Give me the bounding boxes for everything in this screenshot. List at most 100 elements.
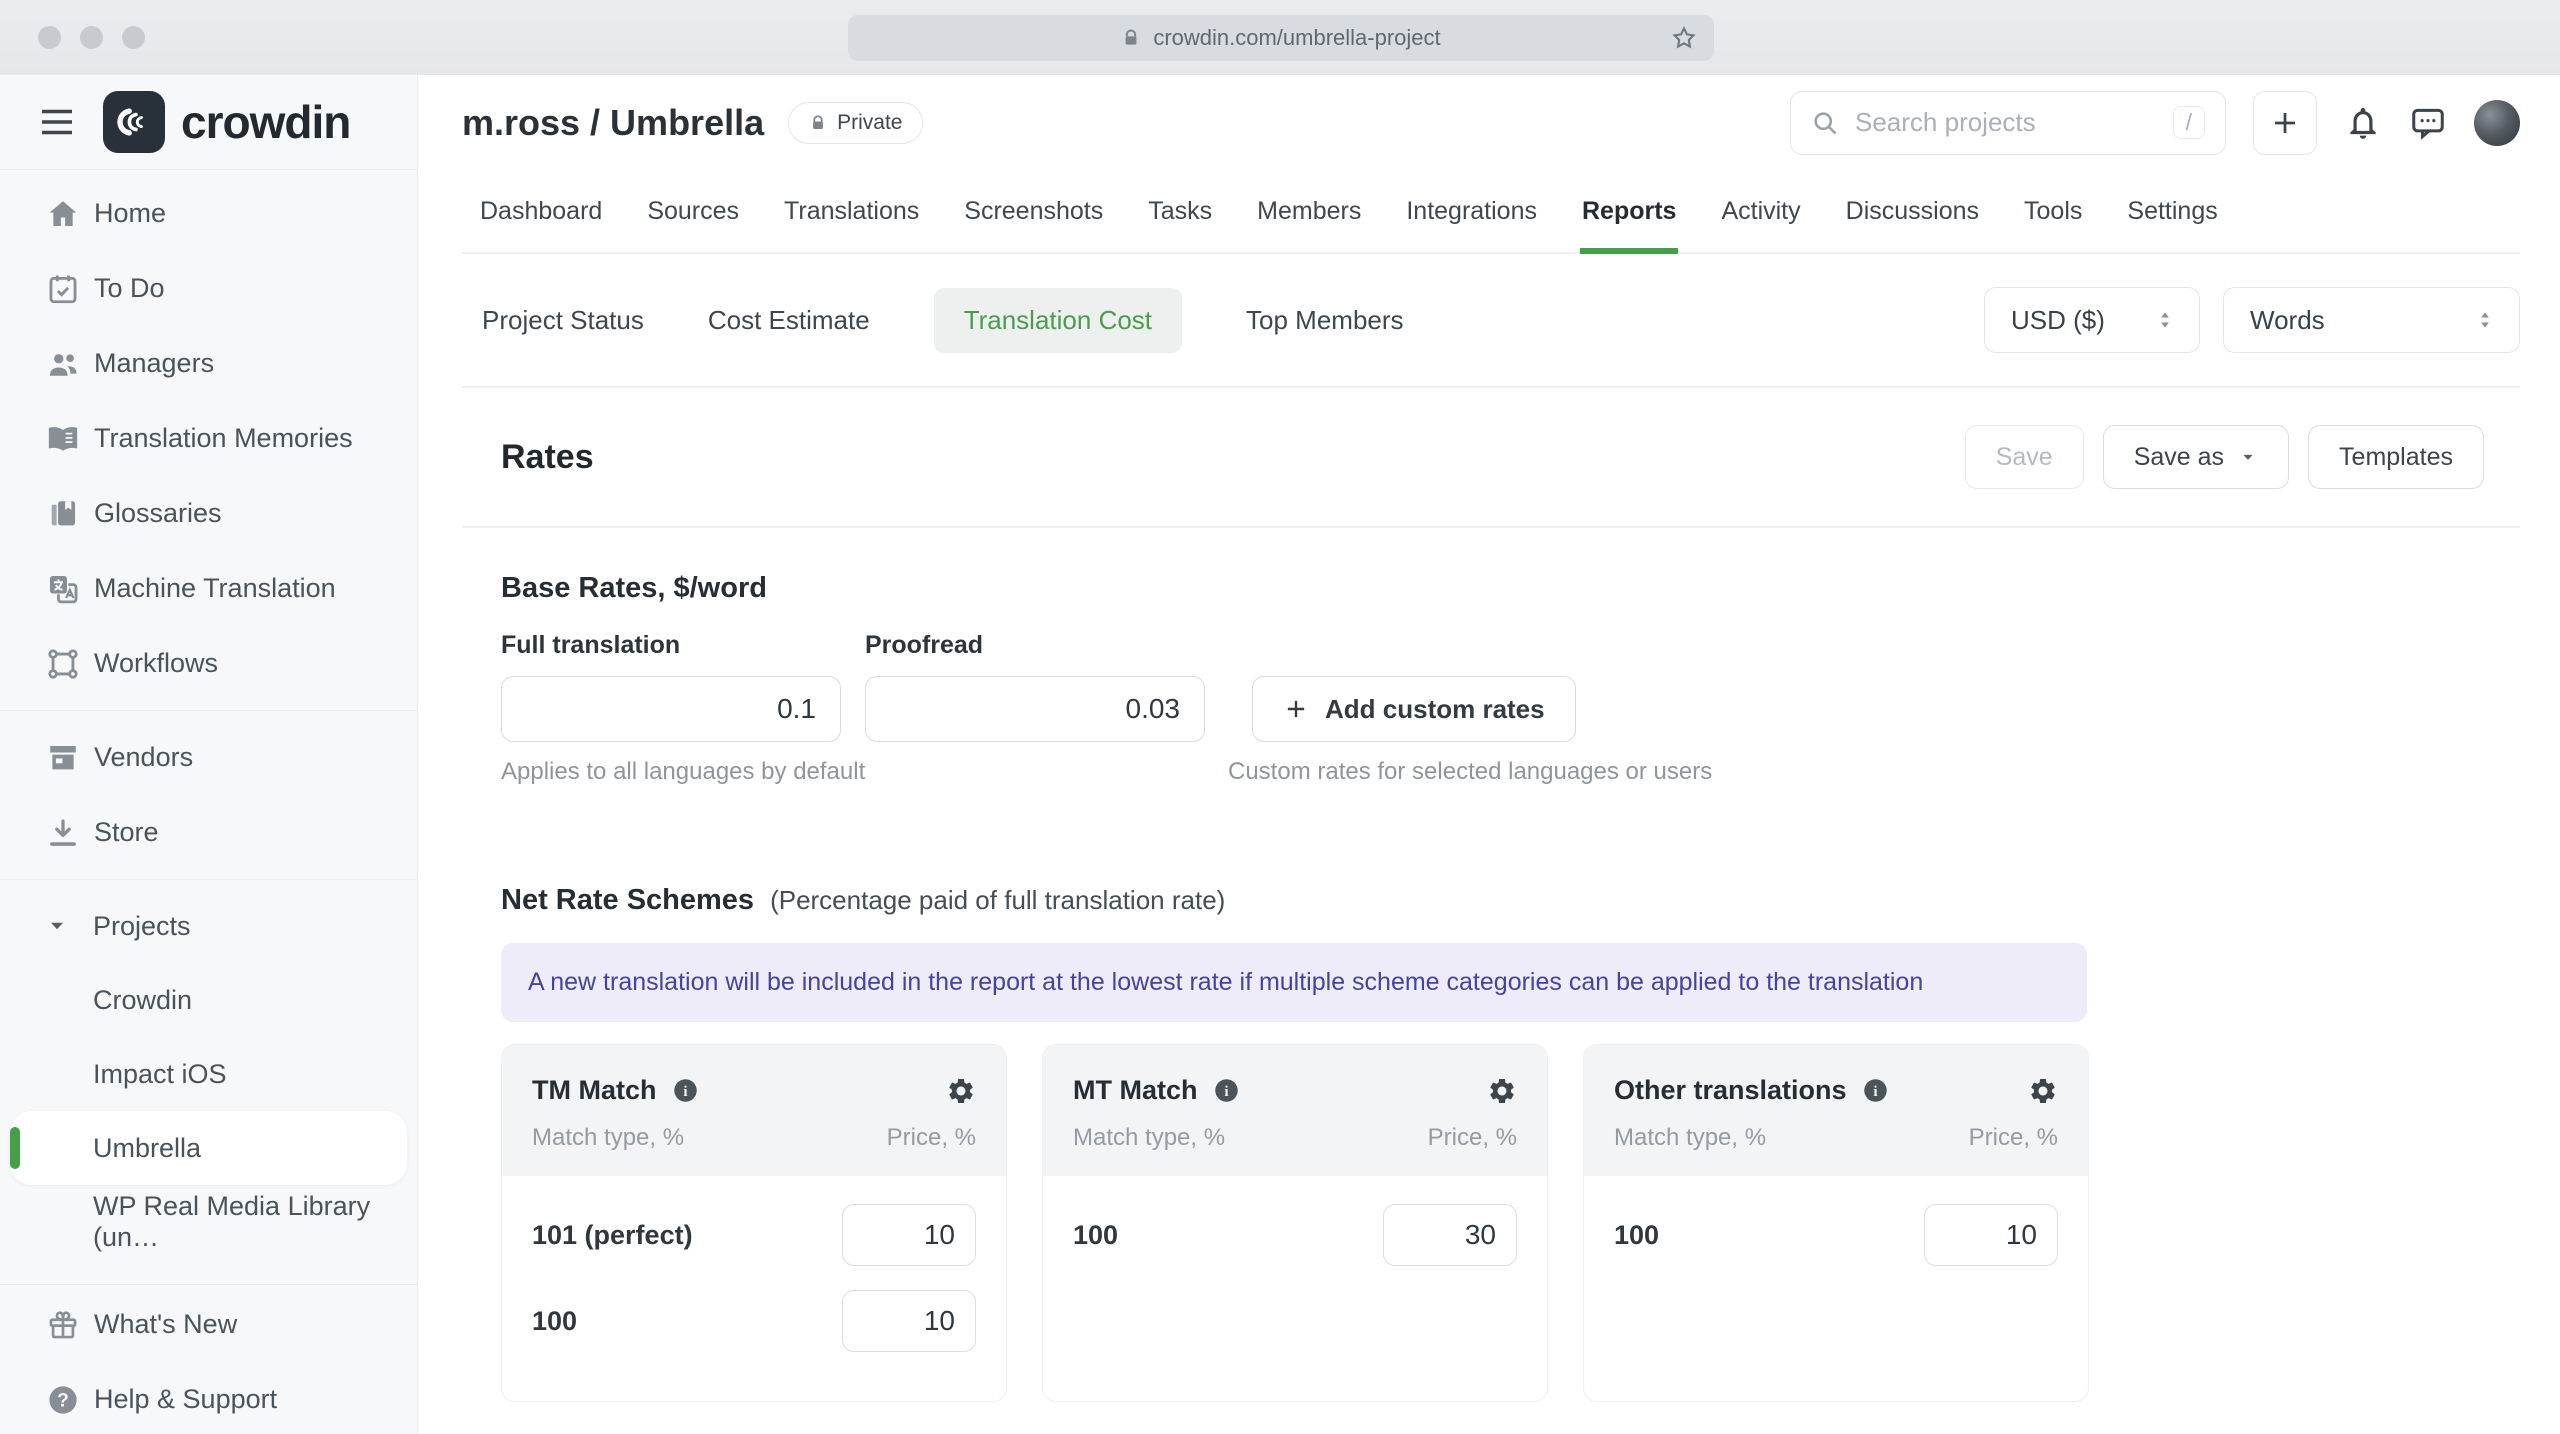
- subtab-translation-cost[interactable]: Translation Cost: [933, 287, 1183, 353]
- ssl-lock-icon: [1121, 28, 1141, 48]
- tab-members[interactable]: Members: [1255, 170, 1363, 252]
- tab-reports[interactable]: Reports: [1579, 170, 1679, 254]
- match-type-value: 100: [1073, 1219, 1119, 1250]
- tm-match-100-price-input[interactable]: [842, 1290, 976, 1352]
- unit-select[interactable]: Words: [2223, 287, 2520, 353]
- search-input[interactable]: [1853, 106, 2159, 139]
- templates-button[interactable]: Templates: [2308, 425, 2484, 489]
- help-question-icon: ?: [49, 1385, 77, 1414]
- tab-activity[interactable]: Activity: [1719, 170, 1802, 252]
- currency-select[interactable]: USD ($): [1984, 287, 2200, 353]
- url-text: crowdin.com/umbrella-project: [1153, 25, 1441, 50]
- svg-text:?: ?: [57, 1390, 69, 1411]
- plus-icon: [1283, 696, 1309, 722]
- sidebar-item-machine-translation[interactable]: Machine Translation: [0, 551, 417, 626]
- bookmark-star-icon[interactable]: [1670, 24, 1698, 52]
- base-rates-title: Base Rates, $/word: [501, 572, 767, 604]
- crowdin-wordmark: crowdin: [181, 96, 351, 148]
- todo-calendar-icon: [49, 275, 77, 303]
- gear-icon[interactable]: [2028, 1076, 2058, 1106]
- window-close-button[interactable]: [38, 26, 61, 49]
- gift-icon: [49, 1310, 77, 1338]
- match-type-column-label: Match type, %: [1073, 1124, 1226, 1151]
- table-row: 100: [1073, 1204, 1517, 1266]
- sidebar-item-todo[interactable]: To Do: [0, 251, 417, 326]
- tab-screenshots[interactable]: Screenshots: [962, 170, 1105, 252]
- match-type-value: 101 (perfect): [532, 1219, 693, 1250]
- gear-icon[interactable]: [1487, 1076, 1517, 1106]
- sidebar-item-label: Help & Support: [94, 1384, 278, 1414]
- tab-dashboard[interactable]: Dashboard: [478, 170, 604, 252]
- net-rate-schemes-section: Net Rate Schemes (Percentage paid of ful…: [501, 884, 2520, 1402]
- hamburger-menu-icon[interactable]: [39, 107, 75, 137]
- sidebar-footer: What's New ? Help & Support: [0, 1284, 417, 1434]
- sidebar-item-store[interactable]: Store: [0, 795, 417, 870]
- workflows-icon: [48, 648, 78, 679]
- sidebar-item-vendors[interactable]: Vendors: [0, 720, 417, 795]
- sidebar-item-workflows[interactable]: Workflows: [0, 626, 417, 701]
- crowdin-logo[interactable]: crowdin: [103, 91, 351, 153]
- mt-match-card-header: MT Match i Match type, % Price, %: [1043, 1045, 1547, 1176]
- add-custom-rates-button[interactable]: Add custom rates: [1252, 676, 1576, 742]
- report-filters: USD ($) Words: [1984, 287, 2520, 353]
- tab-sources[interactable]: Sources: [645, 170, 741, 252]
- notifications-button[interactable]: [2344, 104, 2382, 142]
- info-icon[interactable]: i: [1213, 1077, 1240, 1104]
- sidebar-item-whats-new[interactable]: What's New: [0, 1287, 417, 1362]
- gear-icon[interactable]: [946, 1076, 976, 1106]
- match-type-value: 100: [532, 1305, 578, 1336]
- base-rates-helpers: Applies to all languages by default Cust…: [501, 758, 2520, 788]
- storefront-icon: [50, 745, 76, 769]
- main-content: m.ross / Umbrella Private /: [418, 75, 2560, 1434]
- sidebar-item-translation-memories[interactable]: Translation Memories: [0, 401, 417, 476]
- window-minimize-button[interactable]: [80, 26, 103, 49]
- net-rate-schemes-subtitle: (Percentage paid of full translation rat…: [770, 885, 1226, 915]
- net-rate-schemes-title: Net Rate Schemes: [501, 884, 755, 916]
- tm-match-101-price-input[interactable]: [842, 1204, 976, 1266]
- other-translations-100-price-input[interactable]: [1924, 1204, 2058, 1266]
- info-icon[interactable]: i: [672, 1077, 699, 1104]
- tab-settings[interactable]: Settings: [2125, 170, 2219, 252]
- sidebar-item-label: Workflows: [94, 648, 219, 678]
- bell-icon: [2350, 107, 2376, 139]
- create-project-button[interactable]: [2253, 90, 2317, 155]
- user-avatar[interactable]: [2474, 99, 2520, 146]
- sidebar-project-wp-real-media-library[interactable]: WP Real Media Library (un…: [0, 1185, 417, 1259]
- subtab-project-status[interactable]: Project Status: [482, 305, 644, 336]
- glossary-book-icon: [51, 500, 76, 525]
- tab-discussions[interactable]: Discussions: [1844, 170, 1981, 252]
- messages-button[interactable]: [2409, 104, 2447, 142]
- sidebar-divider: [0, 879, 417, 880]
- tab-tools[interactable]: Tools: [2022, 170, 2084, 252]
- search-shortcut-hint: /: [2172, 106, 2205, 139]
- sidebar-project-impact-ios[interactable]: Impact iOS: [0, 1037, 417, 1111]
- address-bar[interactable]: crowdin.com/umbrella-project: [848, 15, 1714, 61]
- project-tabs: Dashboard Sources Translations Screensho…: [462, 170, 2520, 254]
- sidebar-item-glossaries[interactable]: Glossaries: [0, 476, 417, 551]
- sidebar-item-help-support[interactable]: ? Help & Support: [0, 1362, 417, 1434]
- sidebar-item-managers[interactable]: Managers: [0, 326, 417, 401]
- tab-tasks[interactable]: Tasks: [1146, 170, 1214, 252]
- sidebar-item-label: Translation Memories: [94, 423, 353, 453]
- select-arrows-icon: [2153, 308, 2177, 332]
- tab-translations[interactable]: Translations: [782, 170, 921, 252]
- sidebar-item-home[interactable]: Home: [0, 176, 417, 251]
- proofread-input[interactable]: [865, 676, 1205, 742]
- rates-actions: Save Save as Templates: [1964, 425, 2484, 489]
- subtab-cost-estimate[interactable]: Cost Estimate: [708, 305, 870, 336]
- save-as-button[interactable]: Save as: [2102, 425, 2290, 489]
- other-translations-title: Other translations: [1614, 1075, 1847, 1105]
- mt-match-100-price-input[interactable]: [1383, 1204, 1517, 1266]
- sidebar-item-label: Vendors: [94, 742, 194, 772]
- sidebar-project-umbrella[interactable]: Umbrella: [10, 1111, 407, 1185]
- sidebar-project-crowdin[interactable]: Crowdin: [0, 963, 417, 1037]
- window-zoom-button[interactable]: [122, 26, 145, 49]
- tab-integrations[interactable]: Integrations: [1404, 170, 1539, 252]
- crowdin-logo-icon: [103, 91, 165, 153]
- subtab-top-members[interactable]: Top Members: [1246, 305, 1404, 336]
- sidebar-item-label: Managers: [94, 348, 215, 378]
- info-icon[interactable]: i: [1862, 1077, 1889, 1104]
- full-translation-input[interactable]: [501, 676, 841, 742]
- save-button[interactable]: Save: [1964, 425, 2084, 489]
- sidebar-projects-toggle[interactable]: Projects: [0, 889, 417, 963]
